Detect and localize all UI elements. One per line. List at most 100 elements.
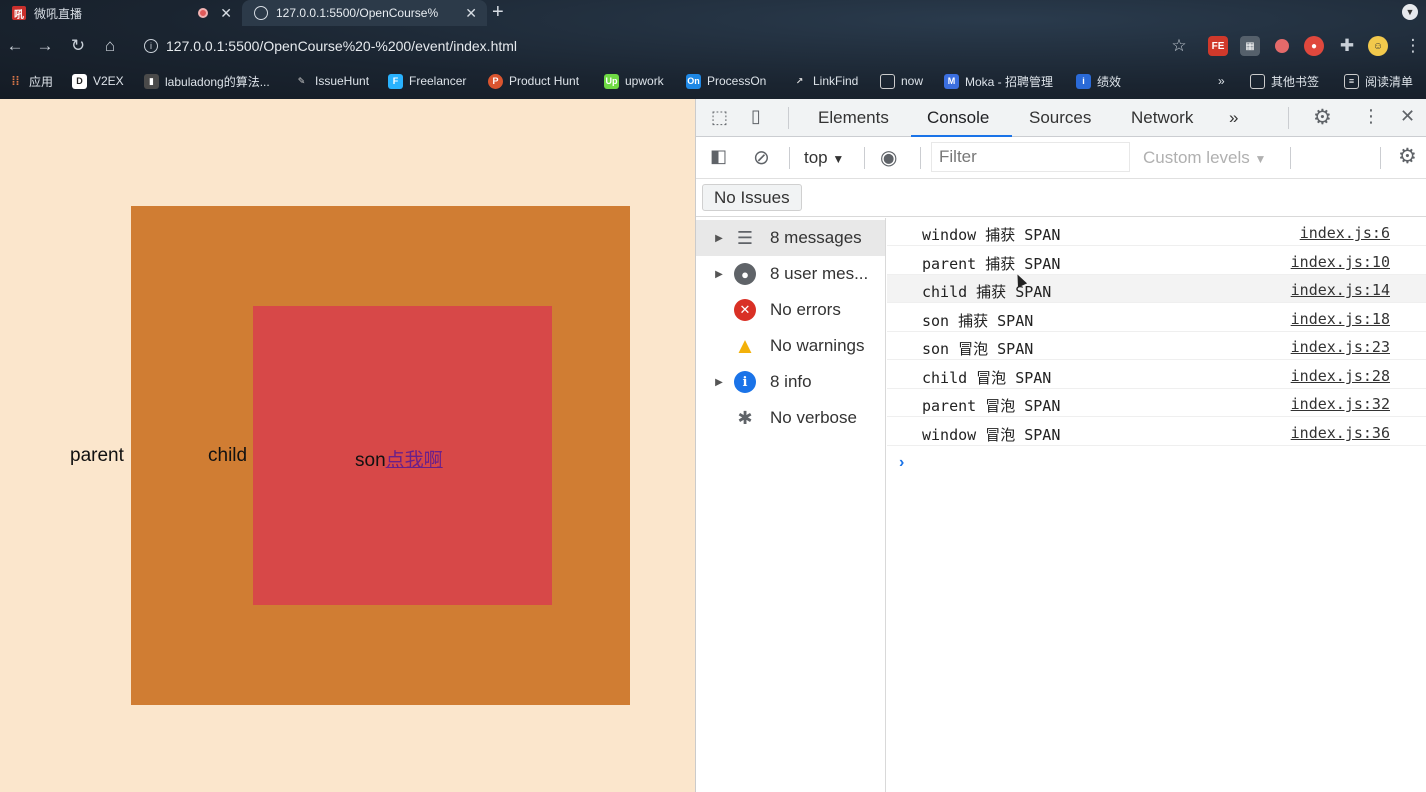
log-message: son 冒泡 SPAN <box>922 340 1034 358</box>
more-tabs-button[interactable]: » <box>1229 108 1238 128</box>
expand-arrow-icon[interactable]: ▶ <box>708 269 730 280</box>
bookmark-other[interactable]: 其他书签 <box>1250 72 1319 90</box>
bookmark-label: Product Hunt <box>509 74 580 88</box>
filter-input[interactable]: Filter <box>931 142 1130 172</box>
context-select[interactable]: top ▼ <box>804 148 844 168</box>
reload-icon[interactable]: ↻ <box>67 36 89 56</box>
bookmark-freelancer[interactable]: F Freelancer <box>388 72 466 90</box>
puzzle-extensions-icon[interactable]: ✚ <box>1336 36 1358 56</box>
reading-list[interactable]: ≡ 阅读清单 <box>1344 72 1413 90</box>
bookmark-labuladong[interactable]: ▮ labuladong的算法... <box>144 72 270 90</box>
sidebar-item-label: 8 user mes... <box>770 264 869 283</box>
record-extension-icon[interactable] <box>1272 36 1292 56</box>
qr-extension-icon[interactable]: ▦ <box>1240 36 1260 56</box>
chevron-down-icon: ▼ <box>832 152 845 166</box>
click-me-link[interactable]: 点我啊 <box>386 450 443 471</box>
reading-list-icon: ≡ <box>1344 73 1359 89</box>
bookmark-linkfind[interactable]: ↗ LinkFind <box>792 72 859 90</box>
red-extension-icon[interactable]: ● <box>1304 36 1324 56</box>
error-icon: ✕ <box>734 299 756 321</box>
log-source-link[interactable]: index.js:32 <box>1291 395 1390 413</box>
tab-elements[interactable]: Elements <box>818 108 889 128</box>
home-icon[interactable]: ⌂ <box>99 36 121 56</box>
issues-button[interactable]: No Issues <box>702 184 802 211</box>
sidebar-item-label: No warnings <box>770 336 865 355</box>
expand-arrow-icon[interactable]: ▶ <box>708 377 730 388</box>
forward-icon[interactable]: → <box>34 36 56 56</box>
tab-sources[interactable]: Sources <box>1029 108 1091 128</box>
site-info-icon[interactable]: i <box>144 39 158 53</box>
log-levels-select[interactable]: Custom levels ▼ <box>1143 148 1266 168</box>
chevron-down-icon: ▼ <box>1254 152 1267 166</box>
tab-network[interactable]: Network <box>1131 108 1193 128</box>
folder-icon <box>880 73 895 89</box>
inspect-element-icon[interactable]: ⬚ <box>711 107 728 128</box>
profile-avatar[interactable]: ☺ <box>1368 36 1388 56</box>
log-source-link[interactable]: index.js:28 <box>1291 367 1390 385</box>
bookmark-moka[interactable]: M Moka - 招聘管理 <box>944 72 1053 90</box>
list-icon: ☰ <box>736 227 754 248</box>
son-text: son <box>355 450 386 471</box>
menu-icon[interactable]: ⋮ <box>1402 36 1424 56</box>
son-label: son点我啊 <box>355 445 443 472</box>
bookmark-now[interactable]: now <box>880 72 923 90</box>
address-bar[interactable]: 127.0.0.1:5500/OpenCourse%20-%200/event/… <box>166 38 517 54</box>
close-icon[interactable]: ✕ <box>465 5 477 22</box>
bookmark-label: 其他书签 <box>1271 74 1320 89</box>
console-settings-gear-icon[interactable]: ⚙ <box>1398 144 1417 169</box>
bookmark-producthunt[interactable]: P Product Hunt <box>488 72 579 90</box>
fe-extension-icon[interactable]: FE <box>1208 36 1228 56</box>
log-source-link[interactable]: index.js:18 <box>1291 310 1390 328</box>
clear-console-icon[interactable]: ⊘ <box>753 145 770 170</box>
bookmark-issuehunt[interactable]: ✎ IssueHunt <box>294 72 369 90</box>
bookmark-processon[interactable]: On ProcessOn <box>686 72 766 90</box>
close-devtools-icon[interactable]: ✕ <box>1400 106 1415 127</box>
settings-gear-icon[interactable]: ⚙ <box>1313 105 1332 130</box>
warning-icon: ▲ <box>734 333 756 358</box>
chevron-down-icon[interactable]: ▼ <box>1402 4 1418 20</box>
bookmarks-overflow-button[interactable]: » <box>1218 72 1225 90</box>
folder-icon <box>1250 73 1265 89</box>
back-icon[interactable]: ← <box>4 36 26 56</box>
log-row: son 冒泡 SPAN index.js:23 <box>887 332 1426 360</box>
bookmark-jixiao[interactable]: i 绩效 <box>1076 72 1121 90</box>
console-prompt[interactable]: › <box>899 454 904 472</box>
log-source-link[interactable]: index.js:23 <box>1291 338 1390 356</box>
parent-label: parent <box>70 445 124 466</box>
child-label: child <box>208 445 248 466</box>
bookmark-v2ex[interactable]: D V2EX <box>72 72 124 90</box>
sidebar-item-user-messages[interactable]: ▶ ● 8 user mes... <box>696 256 885 292</box>
sidebar-item-messages[interactable]: ▶ ☰ 8 messages <box>696 220 885 256</box>
log-row: parent 捕获 SPAN index.js:10 <box>887 247 1426 275</box>
tab-console[interactable]: Console <box>927 108 989 128</box>
log-source-link[interactable]: index.js:36 <box>1291 424 1390 442</box>
log-message: window 捕获 SPAN <box>922 226 1061 244</box>
log-source-link[interactable]: index.js:6 <box>1300 224 1390 242</box>
eye-icon[interactable]: ◉ <box>880 145 897 170</box>
bookmark-apps[interactable]: ⁞⁞ 应用 <box>8 72 54 90</box>
tab-weihou[interactable]: 吼 微吼直播 ✕ <box>0 0 242 26</box>
log-source-link[interactable]: index.js:10 <box>1291 253 1390 271</box>
sidebar-item-warnings[interactable]: ▶ ▲ No warnings <box>696 328 885 364</box>
jixiao-icon: i <box>1076 73 1091 89</box>
sidebar-item-info[interactable]: ▶ i 8 info <box>696 364 885 400</box>
close-icon[interactable]: ✕ <box>220 5 232 22</box>
sidebar-toggle-icon[interactable]: ◧ <box>710 146 727 167</box>
expand-arrow-icon[interactable]: ▶ <box>708 233 730 244</box>
producthunt-icon: P <box>488 73 503 89</box>
log-row: child 冒泡 SPAN index.js:28 <box>887 361 1426 389</box>
freelancer-icon: F <box>388 73 403 89</box>
sidebar-item-errors[interactable]: ▶ ✕ No errors <box>696 292 885 328</box>
devtools-panel: ⬚ ▯ Elements Console Sources Network » ⚙… <box>695 99 1426 792</box>
log-source-link[interactable]: index.js:14 <box>1291 281 1390 299</box>
new-tab-button[interactable]: + <box>492 1 504 24</box>
star-icon[interactable]: ☆ <box>1168 36 1190 56</box>
more-options-icon[interactable]: ⋮ <box>1362 106 1380 127</box>
device-toolbar-icon[interactable]: ▯ <box>751 106 761 127</box>
tab-opencourse[interactable]: 127.0.0.1:5500/OpenCourse% ✕ <box>242 0 487 26</box>
bookmark-upwork[interactable]: Up upwork <box>604 72 664 90</box>
log-message: window 冒泡 SPAN <box>922 426 1061 444</box>
sidebar-item-verbose[interactable]: ▶ ✱ No verbose <box>696 400 885 436</box>
browser-chrome: 吼 微吼直播 ✕ 127.0.0.1:5500/OpenCourse% ✕ + … <box>0 0 1426 99</box>
bookmark-label: now <box>901 74 924 88</box>
